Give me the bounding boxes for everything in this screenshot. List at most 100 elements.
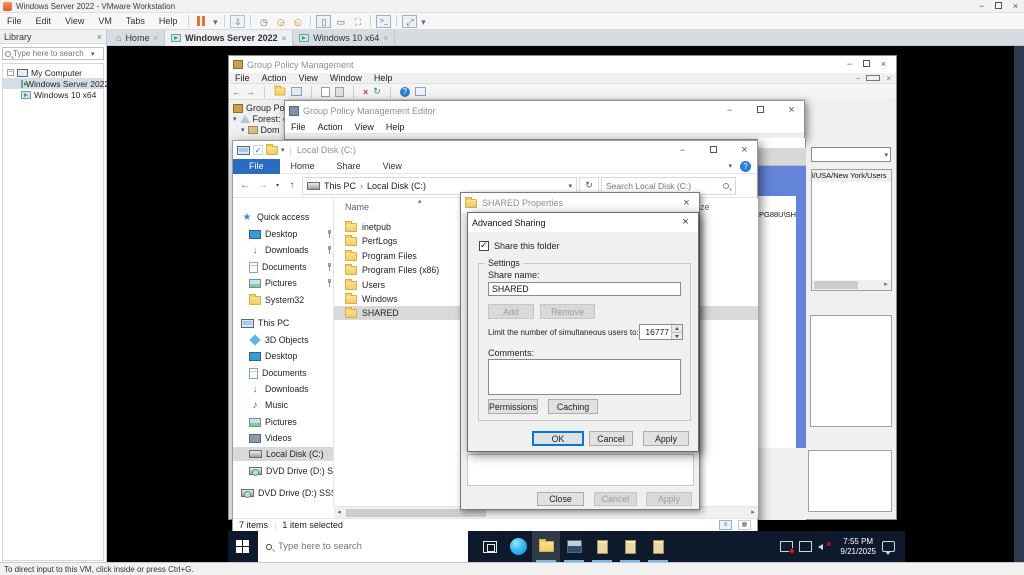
sidebar-item-3d-objects[interactable]: 3D Objects	[249, 333, 309, 347]
file-row[interactable]: inetpub	[345, 220, 391, 234]
gpme-minimize-button[interactable]: −	[721, 103, 738, 118]
taskbar-clock[interactable]: 7:55 PM 9/21/2025	[840, 537, 876, 557]
gpme-menu-help[interactable]: Help	[380, 122, 411, 132]
column-header-size-fragment[interactable]: ze	[700, 202, 710, 212]
sort-ascending-icon[interactable]: ▴	[418, 197, 422, 205]
server-manager-taskbar-button[interactable]	[560, 531, 588, 562]
properties-titlebar[interactable]: SHARED Properties ×	[461, 193, 699, 213]
library-search-dropdown-icon[interactable]: ▾	[91, 50, 95, 58]
task-view-button[interactable]	[476, 531, 504, 562]
caching-button[interactable]: Caching	[548, 399, 598, 414]
tab-windows-server-2022[interactable]: Windows Server 2022 ×	[165, 30, 294, 46]
sidebar-item-dvd-drive-1[interactable]: DVD Drive (D:) SSS_	[249, 464, 333, 478]
file-row[interactable]: Users	[345, 278, 385, 292]
gpme-maximize-button[interactable]	[752, 103, 769, 118]
gpm-tree-item-domain[interactable]: ▾ Dom	[241, 125, 280, 135]
action-center-icon[interactable]	[882, 541, 895, 555]
tab-ws2022-close-icon[interactable]: ×	[282, 34, 287, 43]
sidebar-item-downloads-qa[interactable]: ↓ Downloads	[249, 243, 333, 257]
gpm-menu-help[interactable]: Help	[368, 73, 399, 83]
sidebar-item-quick-access[interactable]: ★ Quick access	[241, 210, 310, 224]
console-view-button[interactable]: >_	[376, 14, 392, 28]
revert-snapshot-button[interactable]: ◶	[273, 15, 288, 28]
file-row-selected[interactable]: SHARED	[345, 306, 399, 320]
vmware-menu-help[interactable]: Help	[152, 16, 185, 26]
mmc-taskbar-button-2[interactable]	[616, 531, 644, 562]
tab-home-close-icon[interactable]: ×	[153, 34, 158, 43]
properties-close-button[interactable]: ×	[678, 196, 695, 211]
gpm-close-button[interactable]: ×	[875, 57, 892, 72]
library-item-win10[interactable]: Windows 10 x64	[3, 89, 103, 100]
collapse-icon[interactable]: −	[7, 69, 14, 76]
explorer-minimize-button[interactable]: −	[674, 143, 691, 158]
library-item-ws2022[interactable]: Windows Server 2022	[3, 78, 109, 89]
gpme-selected-row[interactable]	[758, 166, 806, 196]
thumbnail-view-button[interactable]: ▦	[738, 520, 751, 530]
mmc-taskbar-button-1[interactable]	[588, 531, 616, 562]
nav-back-icon[interactable]: ←	[237, 180, 253, 191]
qat-properties-icon[interactable]: ✓	[253, 145, 263, 155]
sidebar-item-dvd-drive-2[interactable]: DVD Drive (D:) SSS_X6	[241, 486, 333, 500]
nav-recent-icon[interactable]: ▾	[273, 182, 282, 189]
vm-pause-button[interactable]	[194, 15, 209, 28]
cancel-button[interactable]: Cancel	[589, 431, 633, 446]
send-ctrl-alt-del-button[interactable]: ⇩	[230, 14, 246, 28]
tab-windows-10-x64[interactable]: Windows 10 x64 ×	[293, 30, 395, 46]
gpm-menu-file[interactable]: File	[229, 73, 256, 83]
comments-textarea[interactable]	[488, 359, 681, 395]
gpm-minimize-button[interactable]: −	[841, 57, 858, 72]
permissions-button[interactable]: Permissions	[488, 399, 538, 414]
fullscreen-button[interactable]: ⛶	[350, 15, 365, 28]
gpme-menu-view[interactable]: View	[349, 122, 380, 132]
qat-customize-icon[interactable]: ▾	[281, 146, 285, 154]
sidebar-item-local-disk-c[interactable]: Local Disk (C:)	[233, 447, 333, 461]
vmware-maximize-button[interactable]	[990, 0, 1007, 14]
share-folder-checkbox[interactable]	[479, 240, 489, 251]
gpm-menu-window[interactable]: Window	[324, 73, 368, 83]
nav-up-icon[interactable]: ↑	[284, 180, 300, 191]
taskbar-search[interactable]	[258, 531, 468, 562]
gpm-list-row[interactable]: l/USA/New York/Users	[812, 170, 891, 182]
ok-button[interactable]: OK	[532, 431, 584, 446]
breadcrumb-this-pc[interactable]: This PC	[324, 181, 356, 191]
refresh-icon[interactable]: ↻	[373, 86, 381, 97]
gpme-close-button[interactable]: ×	[783, 103, 800, 118]
limit-users-spinner[interactable]: 16777	[639, 324, 683, 340]
start-button[interactable]	[228, 531, 256, 562]
apply-button[interactable]: Apply	[643, 431, 689, 446]
sidebar-item-music[interactable]: ♪ Music	[249, 398, 288, 412]
spinner-down-icon[interactable]	[672, 332, 682, 339]
gpme-titlebar[interactable]: Group Policy Management Editor − ×	[285, 101, 804, 120]
edge-taskbar-button[interactable]	[504, 531, 532, 562]
vmware-menu-vm[interactable]: VM	[91, 16, 119, 26]
gpm-filter-combobox[interactable]: ▾	[811, 147, 891, 162]
child-minimize-button[interactable]: −	[853, 74, 864, 83]
share-this-folder-row[interactable]: Share this folder	[479, 240, 560, 251]
take-snapshot-button[interactable]: ◷	[256, 15, 271, 28]
network-tray-icon[interactable]	[799, 541, 813, 552]
file-explorer-taskbar-button[interactable]	[532, 531, 560, 562]
vmware-menu-file[interactable]: File	[0, 16, 29, 26]
sidebar-item-this-pc[interactable]: This PC	[241, 316, 289, 330]
delete-icon[interactable]: ×	[363, 87, 368, 97]
tab-win10-close-icon[interactable]: ×	[383, 34, 388, 43]
taskbar-search-input[interactable]	[278, 541, 468, 552]
share-name-input[interactable]	[488, 282, 681, 296]
address-dropdown-icon[interactable]: ▾	[568, 182, 572, 190]
file-row[interactable]: PerfLogs	[345, 234, 397, 248]
scroll-left-icon[interactable]: ◂	[334, 508, 344, 518]
vmware-minimize-button[interactable]: −	[973, 0, 990, 14]
sidebar-item-downloads[interactable]: ↓ Downloads	[249, 382, 309, 396]
tab-home[interactable]: ⌂ Home ×	[110, 30, 166, 46]
console-tree-toggle-icon[interactable]	[291, 87, 302, 96]
sidebar-item-documents[interactable]: Documents	[249, 366, 307, 380]
library-search-input[interactable]	[13, 49, 91, 58]
up-folder-icon[interactable]	[274, 85, 286, 96]
sidebar-item-desktop[interactable]: Desktop	[249, 349, 297, 363]
copy-icon[interactable]	[321, 86, 330, 97]
paste-icon[interactable]	[335, 86, 344, 97]
gpm-list-box[interactable]: l/USA/New York/Users ▸	[811, 169, 892, 291]
sidebar-item-videos[interactable]: Videos	[249, 431, 292, 445]
sidebar-item-desktop-qa[interactable]: Desktop	[249, 227, 333, 241]
back-icon[interactable]: ←	[232, 87, 241, 97]
